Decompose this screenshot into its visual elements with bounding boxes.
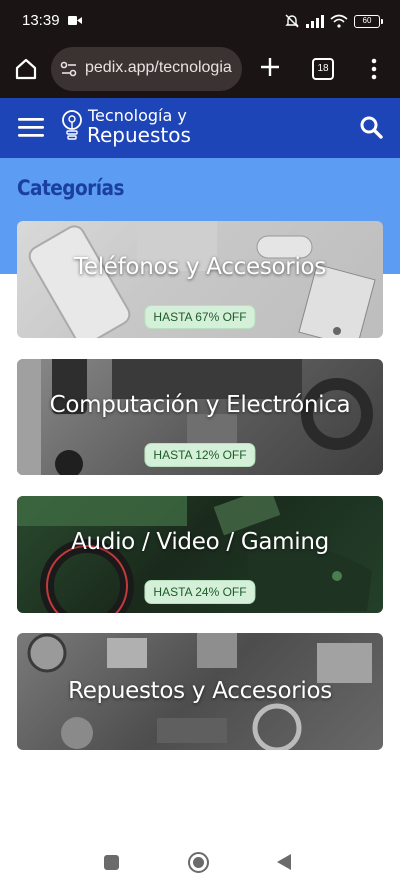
category-card-parts[interactable]: Repuestos y Accesorios: [17, 633, 383, 750]
browser-toolbar: pedix.app/tecnologia 18: [0, 40, 400, 98]
battery-indicator: 60: [354, 14, 383, 28]
search-icon[interactable]: [358, 114, 384, 140]
address-bar[interactable]: pedix.app/tecnologia: [51, 47, 242, 91]
app-header: Tecnología y Repuestos: [0, 98, 400, 158]
status-bar: 13:39 60: [0, 0, 400, 40]
more-options-icon[interactable]: [364, 56, 384, 82]
section-title: Categorías: [17, 176, 125, 200]
category-card-computing[interactable]: Computación y Electrónica HASTA 12% OFF: [17, 359, 383, 475]
discount-badge: HASTA 12% OFF: [144, 443, 256, 467]
back-icon[interactable]: [276, 853, 292, 871]
lightbulb-logo-icon: [62, 110, 82, 140]
category-title: Teléfonos y Accesorios: [74, 254, 326, 280]
url-text: pedix.app/tecnologia: [85, 59, 232, 76]
system-navigation-bar: [0, 839, 400, 889]
mute-bell-icon: [285, 14, 299, 28]
site-settings-icon[interactable]: [59, 59, 79, 79]
category-card-phones[interactable]: Teléfonos y Accesorios HASTA 67% OFF: [17, 221, 383, 338]
category-title: Repuestos y Accesorios: [68, 678, 332, 704]
status-icons: 60: [284, 12, 383, 30]
category-card-gaming[interactable]: Audio / Video / Gaming HASTA 24% OFF: [17, 496, 383, 613]
video-record-icon: [68, 16, 82, 25]
category-title: Audio / Video / Gaming: [71, 529, 329, 555]
home-icon[interactable]: [12, 55, 40, 83]
home-nav-icon[interactable]: [188, 852, 209, 873]
signal-icon: [306, 15, 324, 28]
category-title: Computación y Electrónica: [49, 392, 351, 418]
discount-badge: HASTA 67% OFF: [144, 305, 256, 329]
status-time: 13:39: [22, 12, 60, 29]
tab-switcher-button[interactable]: 18: [312, 58, 334, 80]
discount-badge: HASTA 24% OFF: [144, 580, 256, 604]
new-tab-icon[interactable]: [257, 54, 283, 80]
wifi-icon: [330, 14, 348, 28]
hamburger-menu-icon[interactable]: [18, 116, 44, 138]
logo-line2: Repuestos: [87, 123, 191, 147]
recent-apps-icon[interactable]: [104, 855, 119, 870]
